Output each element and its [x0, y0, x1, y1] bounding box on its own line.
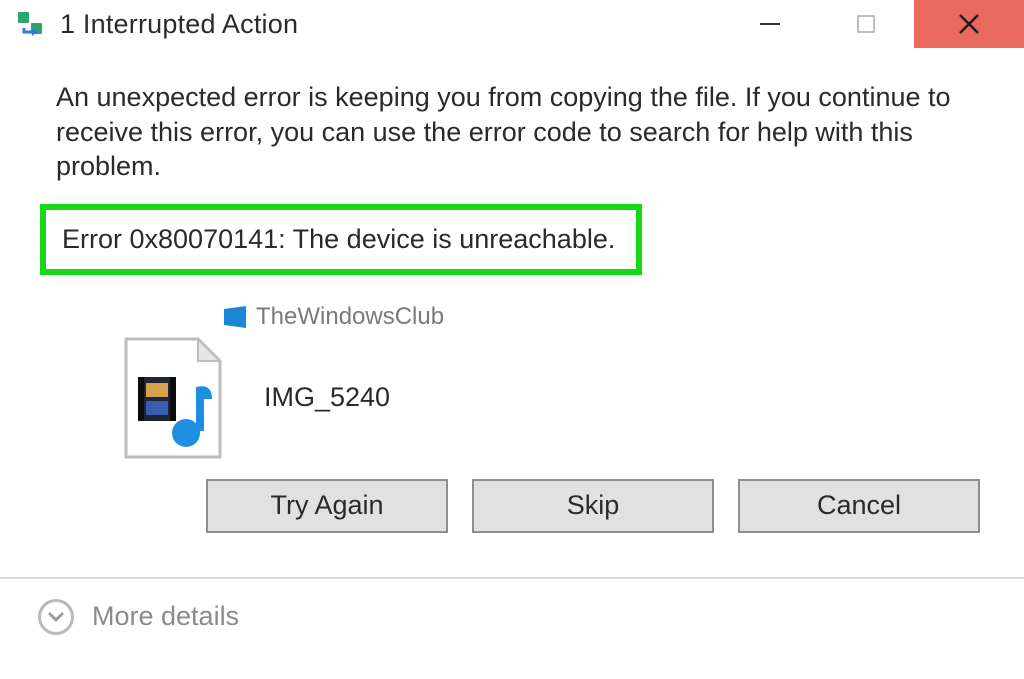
button-row: Try Again Skip Cancel [0, 479, 980, 533]
file-row: IMG_5240 [124, 337, 980, 459]
titlebar: 1 Interrupted Action [0, 0, 1024, 48]
more-details-toggle[interactable]: More details [38, 599, 1024, 635]
cancel-button[interactable]: Cancel [738, 479, 980, 533]
chevron-down-icon [38, 599, 74, 635]
window-title: 1 Interrupted Action [60, 9, 722, 40]
skip-button[interactable]: Skip [472, 479, 714, 533]
maximize-button[interactable] [818, 0, 914, 48]
error-code-highlight: Error 0x80070141: The device is unreacha… [40, 204, 642, 275]
source-watermark: TheWindowsClub [224, 303, 980, 331]
video-file-icon [124, 337, 222, 459]
close-button[interactable] [914, 0, 1024, 48]
separator [0, 577, 1024, 579]
error-code-text: Error 0x80070141: The device is unreacha… [62, 224, 615, 254]
file-name: IMG_5240 [264, 382, 390, 413]
error-message: An unexpected error is keeping you from … [56, 80, 980, 184]
windows-logo-icon [224, 306, 246, 328]
try-again-button[interactable]: Try Again [206, 479, 448, 533]
watermark-label: TheWindowsClub [256, 303, 444, 331]
more-details-label: More details [92, 601, 239, 632]
window-controls [722, 0, 1024, 48]
transfer-icon [18, 12, 46, 36]
dialog-window: 1 Interrupted Action An unexpected error… [0, 0, 1024, 679]
minimize-button[interactable] [722, 0, 818, 48]
dialog-content: An unexpected error is keeping you from … [0, 48, 1024, 459]
